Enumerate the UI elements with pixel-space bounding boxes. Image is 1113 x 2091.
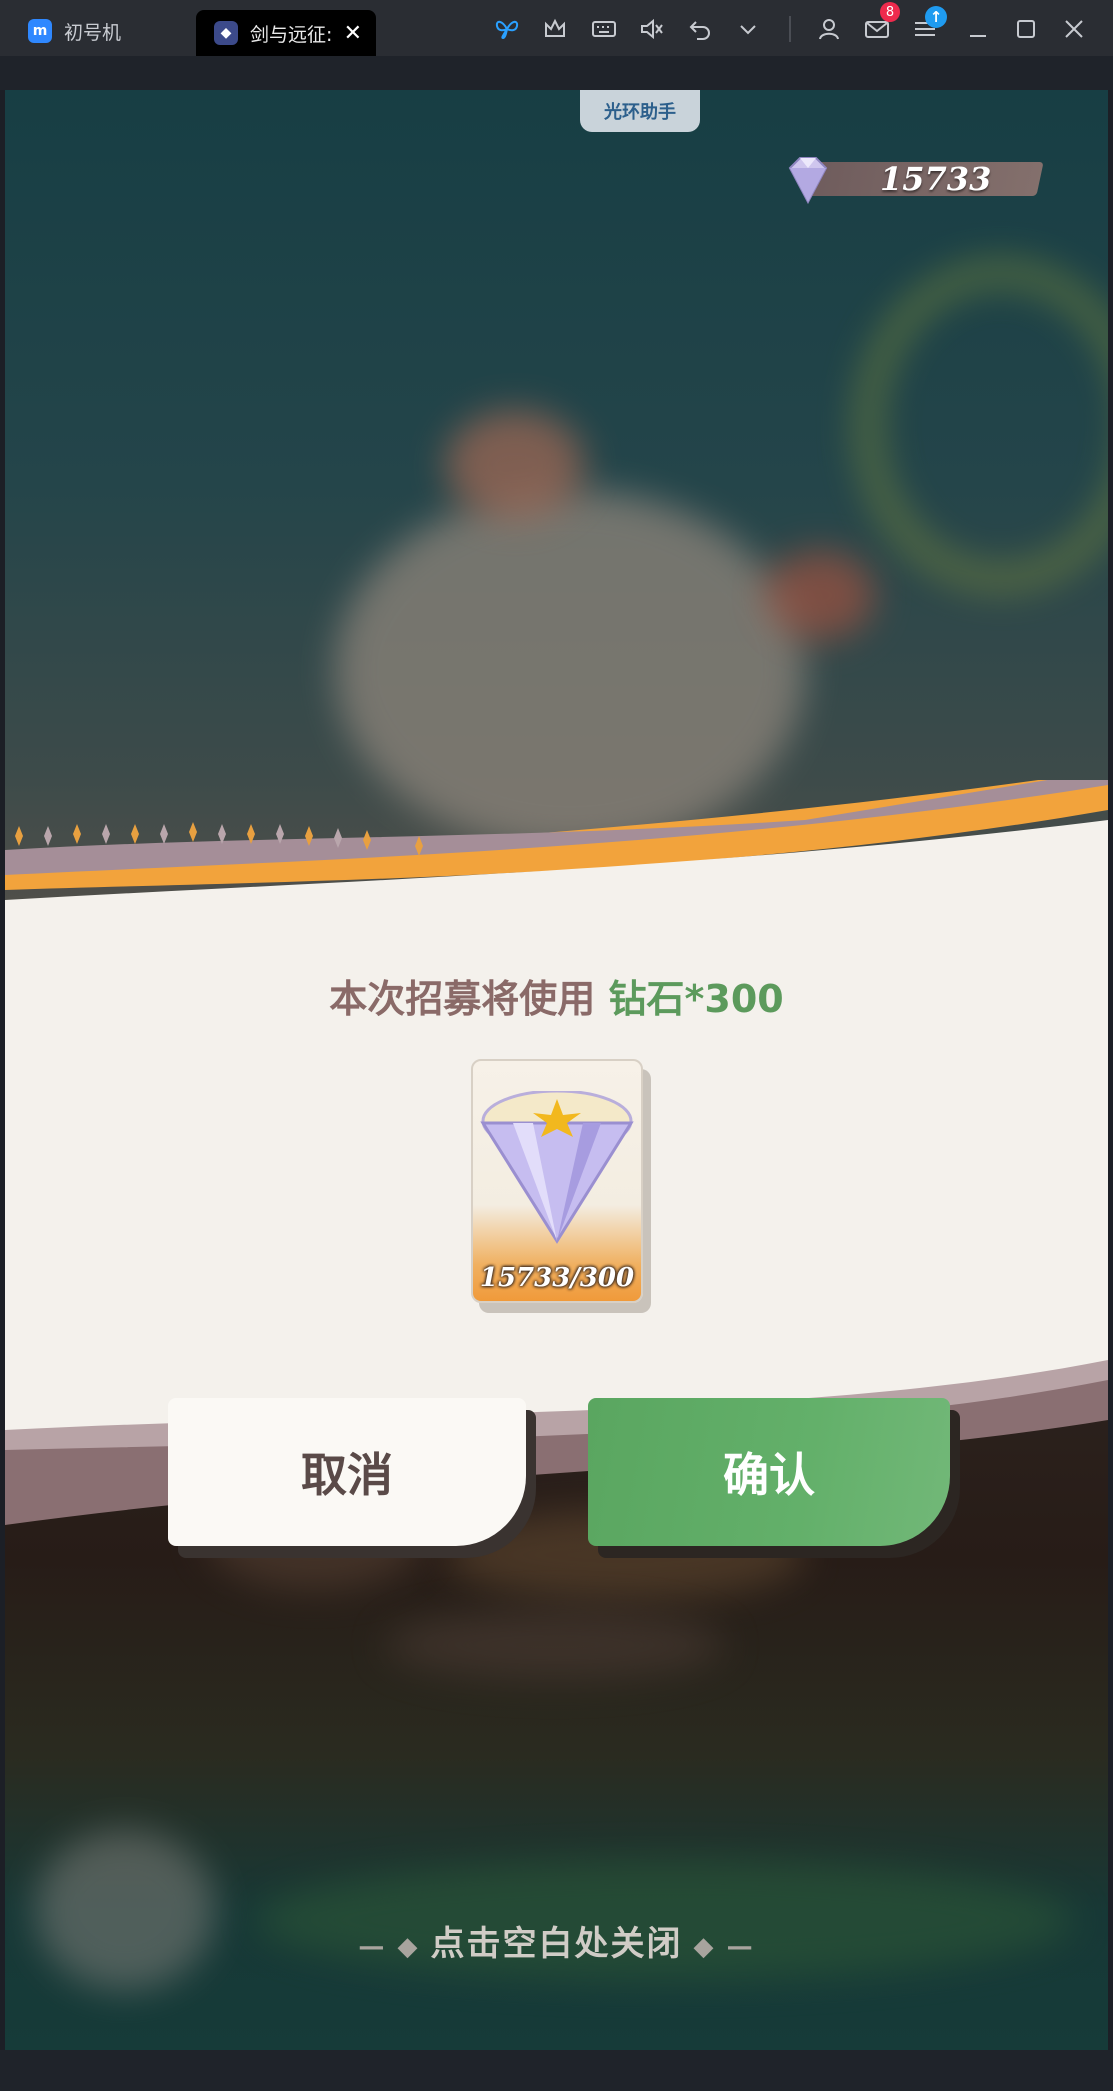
emulator-titlebar: m 初号机 ◆ 剑与远征: ✕ 8 ↑ <box>0 0 1113 56</box>
dialog-title: 本次招募将使用 钻石*300 <box>5 968 1108 1023</box>
hint-decoration: — ◆ <box>358 1932 431 1962</box>
toolbar-divider <box>789 16 791 42</box>
mail-badge: 8 <box>880 2 900 22</box>
recruit-confirm-dialog: 本次招募将使用 钻石*300 15733/300 取消 确认 <box>5 780 1108 1570</box>
tab-game[interactable]: ◆ 剑与远征: ✕ <box>196 10 376 56</box>
emulator-toolbar-strip <box>0 56 1113 90</box>
emulator-bottom-bar <box>0 2050 1113 2091</box>
user-icon[interactable] <box>812 12 846 46</box>
close-hint-text: 点击空白处关闭 <box>430 1924 683 1964</box>
keyboard-icon[interactable] <box>587 12 621 46</box>
crown-icon[interactable] <box>538 12 572 46</box>
close-hint[interactable]: — ◆ 点击空白处关闭 ◆ — <box>5 1916 1108 1965</box>
diamond-icon <box>480 1091 634 1244</box>
maximize-icon[interactable] <box>1009 12 1043 46</box>
emulator-logo-icon: m <box>28 19 52 43</box>
blurred-ring <box>855 260 1108 592</box>
confirm-button[interactable]: 确认 <box>588 1398 950 1546</box>
cancel-button[interactable]: 取消 <box>168 1398 526 1546</box>
butterfly-icon[interactable] <box>490 12 524 46</box>
undo-icon[interactable] <box>683 12 717 46</box>
diamond-counter: 15733 <box>780 154 1050 205</box>
tab-label: 剑与远征: <box>250 23 333 46</box>
title-cost: 钻石*300 <box>608 977 784 1021</box>
chevron-down-icon[interactable] <box>731 12 765 46</box>
blurred-ear <box>765 550 875 640</box>
mute-icon[interactable] <box>635 12 669 46</box>
tab-close-icon[interactable]: ✕ <box>344 21 362 46</box>
game-icon: ◆ <box>214 21 238 45</box>
diamond-icon <box>788 157 828 205</box>
update-arrow-icon: ↑ <box>925 6 947 28</box>
tab-label: 初号机 <box>64 21 122 44</box>
minimize-icon[interactable] <box>961 12 995 46</box>
close-icon[interactable] <box>1057 12 1091 46</box>
tab-emulator[interactable]: m 初号机 <box>10 9 190 53</box>
helper-tab[interactable]: 光环助手 <box>580 90 700 132</box>
card-count: 15733/300 <box>479 1263 635 1293</box>
blurred-ui <box>385 1610 725 1680</box>
title-prefix: 本次招募将使用 <box>329 977 609 1021</box>
blurred-ui <box>35 1830 215 1990</box>
hint-decoration: ◆ — <box>682 1932 755 1962</box>
diamond-count: 15733 <box>880 160 992 198</box>
diamond-cost-card: 15733/300 <box>471 1059 643 1303</box>
blurred-ear <box>445 410 585 520</box>
game-viewport: 光环助手 15733 本次招募将使用 钻石*300 15733/300 取消 确… <box>5 90 1108 2050</box>
